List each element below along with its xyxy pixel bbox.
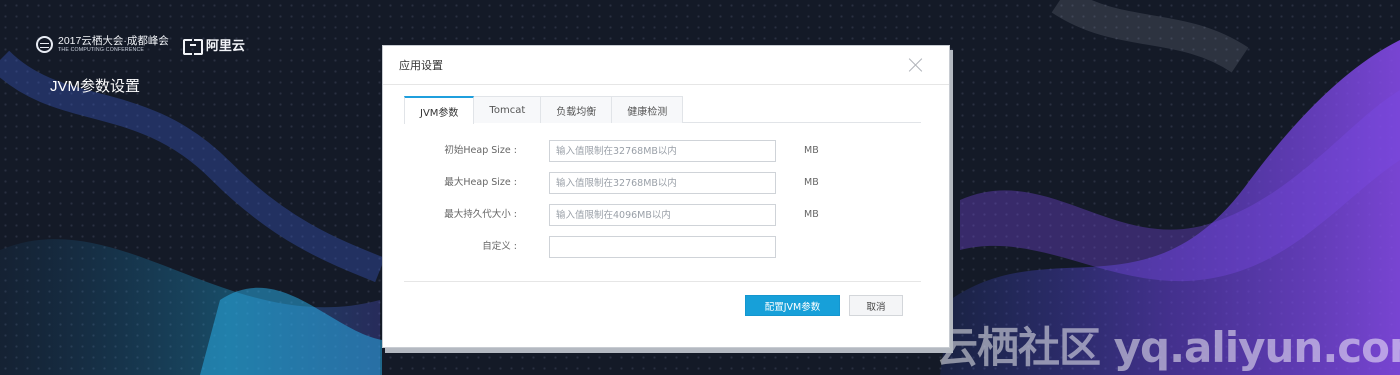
close-icon[interactable] <box>909 58 923 72</box>
tab-load-balancing[interactable]: 负载均衡 <box>540 96 613 123</box>
brand-header: 2017云栖大会·成都峰会 THE COMPUTING CONFERENCE 阿… <box>36 35 245 55</box>
aliyun-logo-text: 阿里云 <box>205 38 245 53</box>
conference-logo: 2017云栖大会·成都峰会 THE COMPUTING CONFERENCE <box>36 36 169 54</box>
slide-title: JVM参数设置 <box>50 78 141 95</box>
app-settings-dialog: 应用设置 JVM参数 Tomcat 负载均衡 健康检测 初始Heap Size … <box>382 45 950 348</box>
form-row-max-heap: 最大Heap Size : MB <box>383 172 949 194</box>
configure-jvm-button[interactable]: 配置JVM参数 <box>745 295 840 316</box>
tab-tomcat[interactable]: Tomcat <box>473 96 542 123</box>
dialog-header: 应用设置 <box>383 46 949 85</box>
custom-label: 自定义 : <box>482 241 517 252</box>
form-row-initial-heap: 初始Heap Size : MB <box>383 140 949 162</box>
cancel-button[interactable]: 取消 <box>849 295 903 316</box>
tab-jvm-params[interactable]: JVM参数 <box>404 96 475 124</box>
globe-icon <box>36 35 53 53</box>
aliyun-bracket-icon <box>182 38 203 55</box>
max-permgen-input[interactable] <box>549 204 776 226</box>
tab-bar: JVM参数 Tomcat 负载均衡 健康检测 <box>404 96 921 124</box>
watermark: 云栖社区 yq.aliyun.com <box>936 323 1400 372</box>
form-row-max-permgen: 最大持久代大小 : MB <box>383 204 949 226</box>
conference-subtitle: THE COMPUTING CONFERENCE <box>58 47 145 54</box>
custom-input[interactable] <box>549 236 776 258</box>
max-permgen-label: 最大持久代大小 : <box>444 209 517 220</box>
initial-heap-unit: MB <box>804 145 819 156</box>
dialog-title: 应用设置 <box>399 59 443 72</box>
max-heap-label: 最大Heap Size : <box>444 177 517 188</box>
initial-heap-label: 初始Heap Size : <box>444 145 517 156</box>
tab-health-check[interactable]: 健康检测 <box>611 96 684 123</box>
footer-divider <box>404 281 921 282</box>
aliyun-logo: 阿里云 <box>182 35 245 55</box>
max-permgen-unit: MB <box>804 209 819 220</box>
max-heap-input[interactable] <box>549 172 776 194</box>
initial-heap-input[interactable] <box>549 140 776 162</box>
conference-name: 2017云栖大会·成都峰会 <box>58 34 169 47</box>
form-row-custom: 自定义 : <box>383 236 949 258</box>
max-heap-unit: MB <box>804 177 819 188</box>
